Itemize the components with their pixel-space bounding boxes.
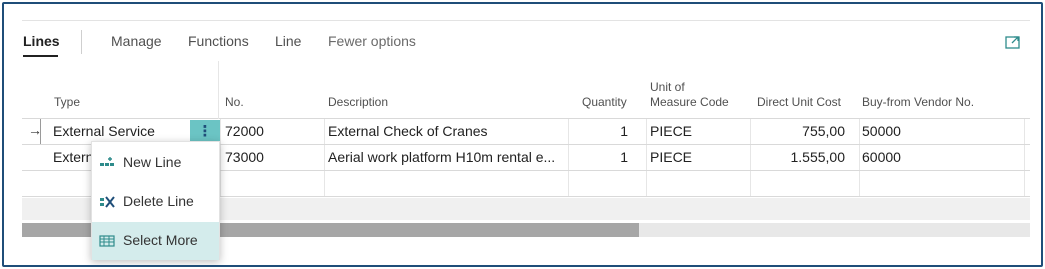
top-divider — [22, 20, 1030, 21]
column-divider — [324, 145, 325, 170]
column-divider — [568, 119, 569, 144]
delete-line-icon — [100, 196, 115, 208]
cell-type[interactable]: External Service — [53, 123, 188, 139]
cell-uom[interactable]: PIECE — [650, 149, 692, 165]
cell-uom[interactable]: PIECE — [650, 123, 692, 139]
row-context-menu: New Line Delete Line Select More — [91, 141, 220, 260]
menu-item-label: New Line — [123, 154, 182, 170]
column-divider — [220, 171, 221, 196]
uom-header-line2: Measure Code — [650, 95, 729, 109]
cell-vendor[interactable]: 60000 — [862, 149, 901, 165]
column-divider — [1024, 119, 1025, 144]
cell-vendor[interactable]: 50000 — [862, 123, 901, 139]
column-header-type[interactable]: Type — [54, 95, 80, 110]
expand-icon[interactable] — [1005, 35, 1021, 49]
column-divider — [568, 171, 569, 196]
select-more-icon — [99, 235, 115, 247]
column-divider — [646, 171, 647, 196]
cell-quantity[interactable]: 1 — [570, 123, 628, 139]
column-header-no[interactable]: No. — [225, 95, 244, 110]
column-divider — [750, 145, 751, 170]
column-divider — [859, 171, 860, 196]
grid-header: Type No. Description Quantity Unit of Me… — [22, 61, 1030, 119]
column-divider — [646, 119, 647, 144]
menu-item-delete-line[interactable]: Delete Line — [92, 183, 219, 221]
cell-unit-cost[interactable]: 755,00 — [752, 123, 845, 139]
column-header-vendor[interactable]: Buy-from Vendor No. — [862, 95, 974, 110]
tab-manage[interactable]: Manage — [111, 33, 162, 49]
column-divider — [859, 119, 860, 144]
column-divider — [218, 61, 219, 119]
column-divider — [750, 119, 751, 144]
cell-description[interactable]: External Check of Cranes — [328, 123, 566, 139]
action-bar: Lines Manage Functions Line Fewer option… — [4, 26, 1041, 60]
uom-header-line1: Unit of — [650, 80, 685, 94]
cell-border — [40, 119, 41, 144]
column-header-uom[interactable]: Unit of Measure Code — [650, 80, 729, 110]
cell-description[interactable]: Aerial work platform H10m rental e... — [328, 149, 566, 165]
toolbar-separator — [81, 30, 82, 54]
column-header-quantity[interactable]: Quantity — [582, 95, 627, 110]
fewer-options-button[interactable]: Fewer options — [328, 33, 416, 49]
column-divider — [1024, 171, 1025, 196]
menu-item-label: Select More — [123, 232, 198, 248]
column-divider — [568, 145, 569, 170]
column-divider — [220, 119, 221, 144]
lines-part-frame: Lines Manage Functions Line Fewer option… — [2, 2, 1043, 267]
cell-no[interactable]: 72000 — [225, 123, 264, 139]
cell-unit-cost[interactable]: 1.555,00 — [752, 149, 846, 165]
column-divider — [220, 145, 221, 170]
tab-lines[interactable]: Lines — [23, 33, 60, 49]
column-divider — [324, 119, 325, 144]
active-tab-indicator — [23, 55, 58, 57]
cell-quantity[interactable]: 1 — [570, 149, 628, 165]
column-header-description[interactable]: Description — [328, 95, 388, 110]
new-line-icon — [100, 157, 114, 166]
menu-item-label: Delete Line — [123, 193, 194, 209]
menu-item-new-line[interactable]: New Line — [92, 144, 219, 182]
column-divider — [646, 145, 647, 170]
column-divider — [1024, 145, 1025, 170]
tab-line[interactable]: Line — [275, 33, 301, 49]
menu-item-select-more[interactable]: Select More — [92, 222, 219, 260]
column-divider — [750, 171, 751, 196]
tab-functions[interactable]: Functions — [188, 33, 249, 49]
horizontal-scrollbar-track[interactable] — [639, 223, 1030, 237]
column-divider — [859, 145, 860, 170]
cell-no[interactable]: 73000 — [225, 149, 264, 165]
column-header-unit-cost[interactable]: Direct Unit Cost — [757, 95, 841, 110]
column-divider — [324, 171, 325, 196]
